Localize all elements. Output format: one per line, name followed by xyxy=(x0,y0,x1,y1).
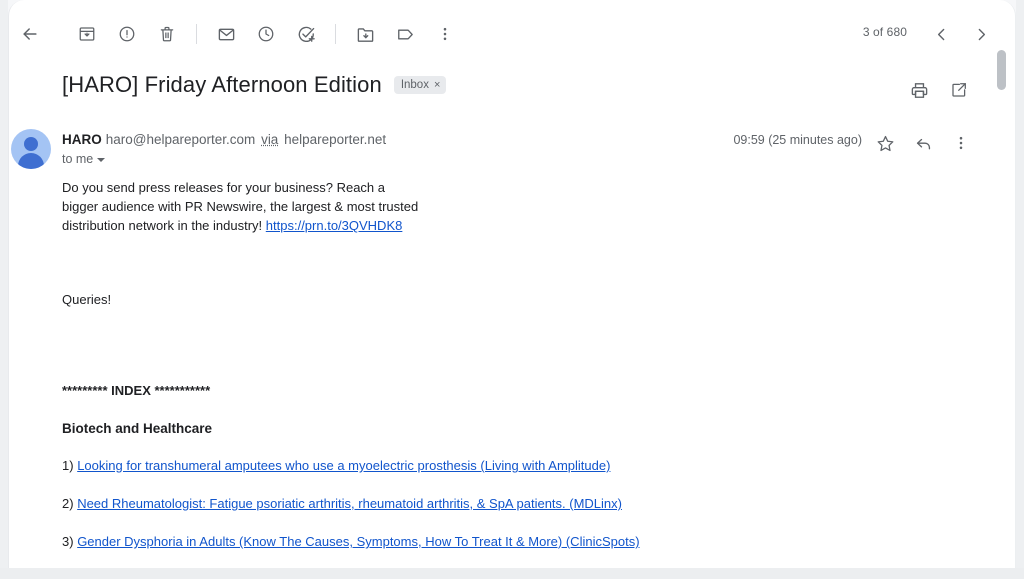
pagination-controls xyxy=(921,14,1001,54)
query-link[interactable]: Looking for transhumeral amputees who us… xyxy=(77,458,610,473)
query-number: 2) xyxy=(62,496,74,511)
gmail-message-view: 3 of 680 [HARO] Friday Afternoon Edition… xyxy=(0,0,1024,579)
add-to-tasks-icon[interactable] xyxy=(286,14,326,54)
page-title: [HARO] Friday Afternoon Edition xyxy=(62,72,382,97)
advertisement-paragraph: Do you send press releases for your busi… xyxy=(62,178,422,235)
toolbar-divider-2 xyxy=(335,24,336,44)
label-chip-text: Inbox xyxy=(400,79,429,91)
archive-icon[interactable] xyxy=(67,14,107,54)
print-icon[interactable] xyxy=(901,72,937,108)
newer-message-icon[interactable] xyxy=(961,14,1001,54)
chevron-down-icon[interactable] xyxy=(97,158,106,162)
sender-name: HARO xyxy=(62,132,102,147)
header-action-icons xyxy=(901,72,977,108)
query-number: 1) xyxy=(62,458,74,473)
queries-heading: Queries! xyxy=(62,292,112,307)
back-icon[interactable] xyxy=(9,14,51,54)
bottom-page-edge xyxy=(0,568,1024,579)
message-action-icons xyxy=(867,125,979,161)
right-page-edge xyxy=(1016,0,1024,579)
query-link[interactable]: Gender Dysphoria in Adults (Know The Cau… xyxy=(77,534,639,549)
scrollbar[interactable] xyxy=(997,50,1006,568)
older-message-icon[interactable] xyxy=(921,14,961,54)
reply-icon[interactable] xyxy=(905,125,941,161)
delete-icon[interactable] xyxy=(147,14,187,54)
sender-email: haro@helpareporter.com xyxy=(105,132,256,147)
message-body: Do you send press releases for your busi… xyxy=(62,178,975,235)
list-item: 2) Need Rheumatologist: Fatigue psoriati… xyxy=(62,496,622,511)
toolbar-divider-1 xyxy=(196,24,197,44)
report-spam-icon[interactable] xyxy=(107,14,147,54)
label-chip-inbox[interactable]: Inbox × xyxy=(393,76,447,94)
labels-icon[interactable] xyxy=(385,14,425,54)
recipient-dropdown[interactable]: to me xyxy=(62,152,106,166)
avatar-head xyxy=(24,137,38,151)
recipient-label: to me xyxy=(62,152,94,166)
sender-line: HARO haro@helpareporter.com via helparepo… xyxy=(62,132,386,147)
label-chip-remove-icon[interactable]: × xyxy=(434,79,440,91)
avatar xyxy=(11,129,51,169)
subject-row: [HARO] Friday Afternoon Edition Inbox × xyxy=(62,72,1015,98)
category-heading: Biotech and Healthcare xyxy=(62,421,213,436)
avatar-body xyxy=(18,153,44,169)
snooze-icon[interactable] xyxy=(246,14,286,54)
more-options-icon[interactable] xyxy=(425,14,465,54)
via-word: via xyxy=(261,132,279,147)
mark-unread-icon[interactable] xyxy=(206,14,246,54)
star-icon[interactable] xyxy=(867,125,903,161)
move-to-icon[interactable] xyxy=(345,14,385,54)
open-in-new-window-icon[interactable] xyxy=(941,72,977,108)
message-timestamp: 09:59 (25 minutes ago) xyxy=(733,133,862,147)
query-link[interactable]: Need Rheumatologist: Fatigue psoriatic a… xyxy=(77,496,622,511)
message-counter: 3 of 680 xyxy=(862,25,907,39)
query-number: 3) xyxy=(62,534,74,549)
message-toolbar xyxy=(9,14,465,54)
left-page-edge xyxy=(0,0,8,579)
message-more-icon[interactable] xyxy=(943,125,979,161)
via-domain: helpareporter.net xyxy=(284,132,387,147)
scrollbar-thumb[interactable] xyxy=(997,50,1006,90)
list-item: 1) Looking for transhumeral amputees who… xyxy=(62,458,610,473)
index-divider: ********* INDEX *********** xyxy=(62,383,211,398)
ad-link[interactable]: https://prn.to/3QVHDK8 xyxy=(266,218,403,233)
message-card: 3 of 680 [HARO] Friday Afternoon Edition… xyxy=(8,0,1016,568)
list-item: 3) Gender Dysphoria in Adults (Know The … xyxy=(62,534,640,549)
